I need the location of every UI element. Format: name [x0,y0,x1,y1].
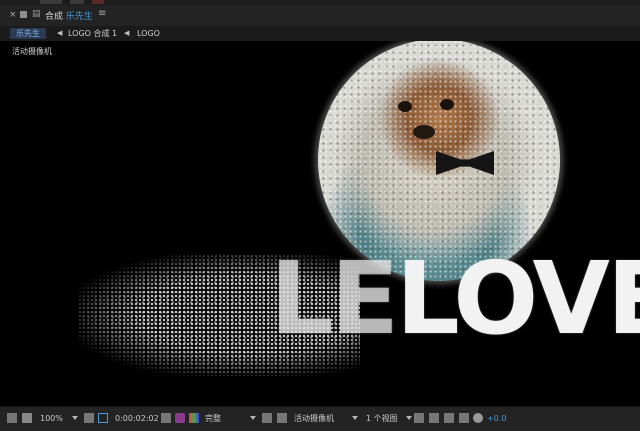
dog-eye [398,101,412,112]
zoom-dropdown-icon[interactable] [72,416,78,420]
logo-text: LELOVEL [270,249,640,349]
view-layout-dropdown-icon[interactable] [406,416,412,420]
color-channel-icon[interactable] [189,413,199,423]
panel-title[interactable]: 合成 乐先生 [45,9,93,22]
logo-text-main: LOVEL [396,240,640,357]
timecode[interactable]: 0:00:02:02 [115,413,159,424]
breadcrumb: 乐先生 ◀ LOGO 合成 1 ◀ LOGO [0,26,640,41]
breadcrumb-item-main[interactable]: 乐先生 [10,28,46,39]
snapshot-icon[interactable] [161,413,171,423]
tab-indicator [40,0,62,4]
logo-text-faded: LE [270,240,399,357]
timeline-icon[interactable] [444,413,454,423]
resolution[interactable]: 完整 [205,413,221,424]
show-snapshot-icon[interactable] [175,413,185,423]
breadcrumb-item-logo[interactable]: LOGO [137,28,160,39]
tab-indicator [92,0,104,4]
composition-panel-header: × ▤ 合成 乐先生 ≡ [0,0,640,27]
flowchart-icon[interactable] [459,413,469,423]
monitor-icon[interactable] [22,413,32,423]
dog-nose [413,125,435,139]
fast-previews-icon[interactable] [262,413,272,423]
panel-menu-icon[interactable]: ≡ [98,8,106,19]
composition-viewer[interactable]: 活动摄像机 LELOVEL [0,41,640,406]
camera-dropdown-icon[interactable] [352,416,358,420]
breadcrumb-item-logo-comp[interactable]: LOGO 合成 1 [68,28,117,39]
composition-icon: ▤ [32,9,41,19]
composition-name: 乐先生 [65,12,93,22]
camera-select[interactable]: 活动摄像机 [294,413,334,424]
reset-exposure-icon[interactable] [429,413,439,423]
viewer-toolbar: 100% 0:00:02:02 完整 活动摄像机 1 个视图 +0.0 [0,406,640,431]
transparency-grid-icon[interactable] [277,413,287,423]
tab-indicator [70,0,84,4]
exposure-icon[interactable] [473,413,483,423]
arrow-left-icon: ◀ [57,29,63,37]
fit-frame-icon[interactable] [84,413,94,423]
camera-label: 活动摄像机 [12,47,52,56]
close-icon[interactable]: × [9,10,17,20]
panel-title-prefix: 合成 [45,12,64,22]
lock-icon[interactable] [20,11,27,18]
top-tab-strip [0,0,640,5]
dog-eye [440,99,454,110]
toggle-pixel-icon[interactable] [414,413,424,423]
region-of-interest-icon[interactable] [98,413,108,423]
exposure-value[interactable]: +0.0 [487,413,506,424]
arrow-left-icon: ◀ [124,29,130,37]
zoom-level[interactable]: 100% [40,413,63,424]
view-layout[interactable]: 1 个视图 [366,413,398,424]
resolution-dropdown-icon[interactable] [250,416,256,420]
always-preview-icon[interactable] [7,413,17,423]
